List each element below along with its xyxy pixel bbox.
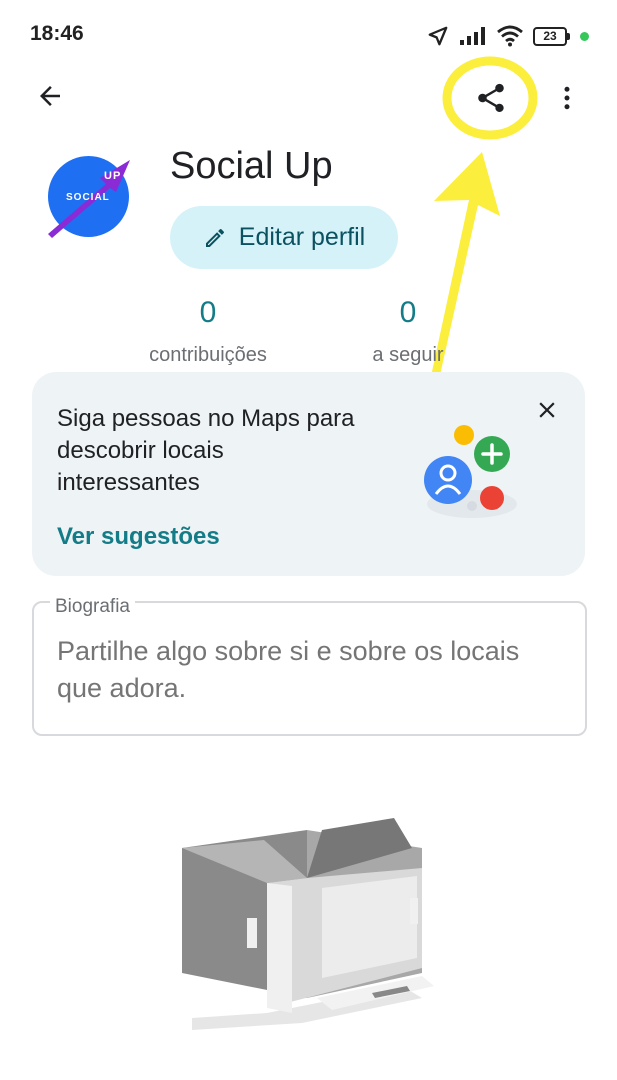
stat-following[interactable]: 0 a seguir <box>338 296 478 367</box>
avatar-text-top: UP <box>104 170 122 182</box>
biography-label: Biografia <box>50 596 135 618</box>
stat-contributions-value: 0 <box>199 296 217 329</box>
edit-profile-button[interactable]: Editar perfil <box>170 206 398 269</box>
share-button[interactable] <box>466 76 516 120</box>
share-icon <box>478 83 504 113</box>
see-suggestions-link[interactable]: Ver sugestões <box>57 523 220 551</box>
avatar-text-bottom: SOCIAL <box>66 192 110 203</box>
edit-profile-label: Editar perfil <box>238 223 366 251</box>
close-icon <box>539 402 555 418</box>
suggestion-text: Siga pessoas no Maps para descobrir loca… <box>57 405 355 496</box>
stat-following-value: 0 <box>399 296 417 329</box>
people-illustration-icon <box>424 425 517 518</box>
dismiss-card-button[interactable] <box>530 393 564 427</box>
stat-contributions[interactable]: 0 contribuições <box>128 296 288 367</box>
more-vert-icon <box>564 86 570 110</box>
stat-following-label: a seguir <box>372 344 444 366</box>
stat-contributions-label: contribuições <box>149 344 267 366</box>
empty-box-illustration <box>182 818 434 1030</box>
more-options-button[interactable] <box>550 76 584 120</box>
pencil-icon <box>205 228 224 247</box>
biography-input[interactable] <box>57 633 557 707</box>
profile-name: Social Up <box>170 145 333 187</box>
